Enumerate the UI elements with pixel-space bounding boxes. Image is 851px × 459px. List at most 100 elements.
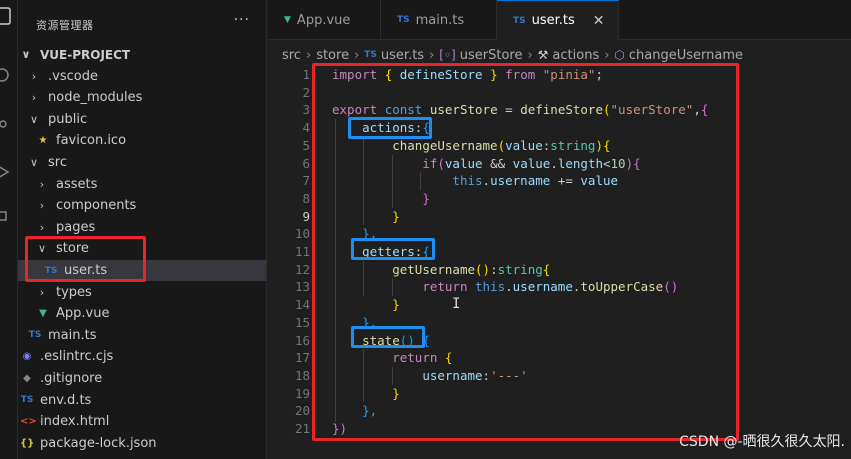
tree-item-label: favicon.ico xyxy=(56,133,127,149)
chevron-right-icon: › xyxy=(39,285,45,299)
tree-file[interactable]: ◉ .eslintrc.cjs xyxy=(18,346,266,367)
chevron-right-icon: › xyxy=(39,199,45,213)
line-number: 7 xyxy=(302,173,310,189)
eslint-file-icon: ◉ xyxy=(22,351,32,363)
chevron-down-icon: ∨ xyxy=(29,156,39,169)
line-number: 8 xyxy=(302,190,310,206)
source-control-activity-icon[interactable] xyxy=(0,110,18,138)
line-number: 21 xyxy=(294,421,310,436)
tree-item-label: src xyxy=(48,155,67,170)
tree-item-label: components xyxy=(56,198,137,214)
tree-item-label: env.d.ts xyxy=(40,392,92,408)
explorer-sidebar: 资源管理器 ··· ∨ VUE-PROJECT › .vscode › node_modu… xyxy=(18,0,267,459)
tree-item-label: VUE-PROJECT xyxy=(40,47,131,62)
line-number: 14 xyxy=(294,297,310,313)
tree-item-label: pages xyxy=(56,219,96,235)
tree-item-label: .eslintrc.cjs xyxy=(40,349,114,365)
tree-item-label: public xyxy=(48,111,88,127)
watermark: CSDN @-晒很久很久太阳. xyxy=(679,434,845,450)
tab-bar: ▼ App.vue TS main.ts TS user.ts ✕ xyxy=(268,0,851,40)
tree-folder[interactable]: › .vscode xyxy=(18,66,266,87)
line-number: 17 xyxy=(294,350,310,366)
tree-item-label: node_modules xyxy=(48,90,143,106)
chevron-right-icon: › xyxy=(305,47,312,63)
annotation-box-store xyxy=(25,236,146,282)
tree-folder[interactable]: › node_modules xyxy=(18,87,266,108)
annotation-box-actions xyxy=(348,117,432,139)
explorer-title: 资源管理器 xyxy=(36,19,94,32)
tree-file[interactable]: ▼ App.vue xyxy=(18,303,266,324)
ts-file-icon: TS xyxy=(513,15,526,26)
close-icon[interactable]: ✕ xyxy=(593,13,605,29)
ts-file-icon: TS xyxy=(364,50,377,60)
tree-file[interactable]: TS main.ts xyxy=(18,325,266,346)
tree-file[interactable]: ★ favicon.ico xyxy=(18,130,266,151)
line-number: 1 xyxy=(302,67,310,82)
tree-item-label: .gitignore xyxy=(40,371,103,386)
extensions-activity-icon[interactable] xyxy=(0,205,18,233)
tree-item-label: App.vue xyxy=(56,306,110,322)
chevron-right-icon: › xyxy=(39,177,45,191)
tree-folder[interactable]: › types xyxy=(18,282,266,303)
breadcrumb-item[interactable]: store xyxy=(316,48,349,63)
git-file-icon: ◆ xyxy=(23,373,31,384)
chevron-right-icon: › xyxy=(604,47,610,63)
line-number: 10 xyxy=(294,226,310,242)
line-number: 11 xyxy=(294,244,310,259)
breadcrumb-item[interactable]: actions xyxy=(552,48,599,63)
ts-file-icon: TS xyxy=(28,330,42,341)
chevron-right-icon: › xyxy=(39,220,45,234)
chevron-right-icon: › xyxy=(429,47,435,63)
line-number: 13 xyxy=(294,279,310,295)
tree-item-label: main.ts xyxy=(48,327,97,343)
tree-file[interactable]: <> index.html xyxy=(18,411,266,432)
chevron-down-icon: ∨ xyxy=(29,112,39,126)
variable-icon: [◦] xyxy=(439,48,456,62)
method-cube-icon: ⬡ xyxy=(614,48,625,62)
tree-folder[interactable]: › components xyxy=(18,195,266,216)
search-activity-icon[interactable] xyxy=(0,62,18,90)
line-number: 6 xyxy=(302,155,310,171)
ts-file-icon: TS xyxy=(397,15,410,25)
tab-label: App.vue xyxy=(296,12,351,28)
html-file-icon: <> xyxy=(20,416,37,428)
breadcrumb-item[interactable]: src xyxy=(282,48,301,63)
line-number: 12 xyxy=(294,261,310,277)
tree-file[interactable]: ◆ .gitignore xyxy=(18,368,266,389)
line-number: 4 xyxy=(302,120,310,136)
tree-folder[interactable]: ∨ VUE-PROJECT xyxy=(18,44,266,65)
tree-item-label: index.html xyxy=(40,414,110,430)
tree-folder[interactable]: › assets xyxy=(18,174,266,195)
breadcrumb-item[interactable]: user.ts xyxy=(381,48,424,63)
tree-file[interactable]: {} package-lock.json xyxy=(18,433,266,454)
breadcrumb-item[interactable]: changeUsername xyxy=(629,48,743,63)
line-number: 16 xyxy=(294,332,310,348)
tree-folder[interactable]: › pages xyxy=(18,217,266,238)
line-number: 2 xyxy=(302,84,310,100)
annotation-box-state xyxy=(351,326,425,348)
text-cursor-icon: I xyxy=(452,296,461,312)
tree-item-label: types xyxy=(56,284,92,300)
tree-folder[interactable]: ∨ src xyxy=(18,152,266,173)
breadcrumb-item[interactable]: userStore xyxy=(460,48,523,63)
tree-folder[interactable]: ∨ public xyxy=(18,109,266,130)
json-file-icon: {} xyxy=(20,437,35,449)
tab-user-ts[interactable]: TS user.ts ✕ xyxy=(497,0,619,40)
vue-file-icon: ▼ xyxy=(284,15,291,25)
vue-file-icon: ▼ xyxy=(39,308,47,320)
chevron-right-icon: › xyxy=(527,47,533,63)
explorer-activity-icon[interactable] xyxy=(0,2,18,30)
tree-item-label: .vscode xyxy=(48,68,98,84)
line-number: 20 xyxy=(294,403,310,419)
tab-app-vue[interactable]: ▼ App.vue xyxy=(268,0,381,40)
chevron-down-icon: ∨ xyxy=(21,48,31,61)
activity-bar xyxy=(0,0,18,459)
line-number: 19 xyxy=(294,385,310,401)
run-debug-activity-icon[interactable] xyxy=(0,158,18,186)
tree-file[interactable]: TS env.d.ts xyxy=(18,390,266,411)
line-number: 18 xyxy=(294,367,310,383)
chevron-right-icon: › xyxy=(354,47,360,63)
tab-main-ts[interactable]: TS main.ts xyxy=(381,0,497,40)
more-actions-icon[interactable]: ··· xyxy=(234,12,250,28)
wrench-icon: ⚒ xyxy=(537,48,549,62)
